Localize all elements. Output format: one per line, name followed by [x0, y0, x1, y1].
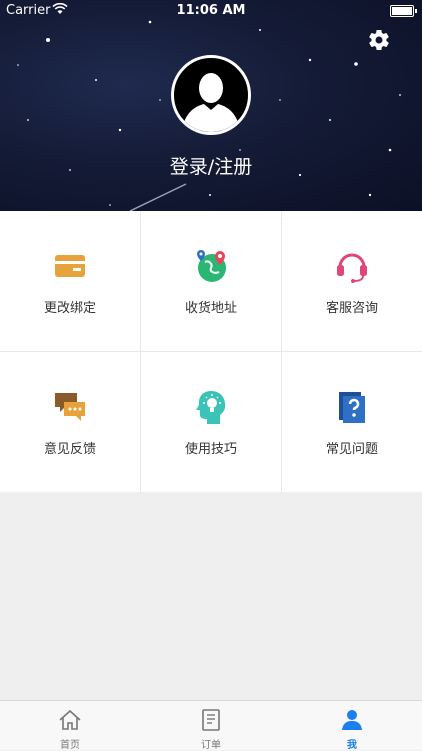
- battery-icon: [390, 5, 417, 17]
- tab-orders[interactable]: 订单: [141, 701, 281, 751]
- login-register-link[interactable]: 登录/注册: [0, 152, 422, 179]
- home-icon: [59, 709, 81, 730]
- faq-document-icon: [339, 392, 365, 423]
- user-silhouette-icon: [182, 73, 240, 132]
- tab-home[interactable]: 首页: [0, 701, 140, 751]
- card-icon: [55, 255, 85, 277]
- tab-label: 我: [347, 740, 357, 751]
- tab-label: 首页: [60, 740, 80, 751]
- feature-shipping-address[interactable]: 收货地址: [141, 211, 281, 351]
- feedback-chat-icon: [55, 393, 85, 421]
- order-list-icon: [202, 709, 220, 731]
- settings-gear-icon[interactable]: [367, 28, 391, 52]
- tab-me[interactable]: 我: [282, 701, 422, 751]
- feature-label: 使用技巧: [184, 442, 237, 457]
- user-icon: [342, 710, 362, 730]
- feature-feedback[interactable]: 意见反馈: [0, 352, 140, 492]
- feature-usage-tips[interactable]: 使用技巧: [141, 352, 281, 492]
- feature-faq[interactable]: 常见问题: [282, 352, 422, 492]
- feature-change-binding[interactable]: 更改绑定: [0, 211, 140, 351]
- feature-grid: 更改绑定 收货地址 客服咨询 意见反馈 使用技巧 常见问题: [0, 211, 422, 492]
- feature-label: 客服咨询: [325, 301, 378, 316]
- status-time: 11:06 AM: [176, 3, 246, 18]
- tab-label: 订单: [201, 740, 221, 751]
- avatar[interactable]: [171, 55, 251, 135]
- feature-customer-service[interactable]: 客服咨询: [282, 211, 422, 351]
- grid-divider: [0, 351, 422, 352]
- status-bar: Carrier 11:06 AM: [0, 0, 422, 22]
- feature-label: 收货地址: [184, 301, 237, 316]
- tab-bar: 首页 订单 我: [0, 700, 422, 751]
- map-location-icon: [197, 250, 226, 282]
- idea-head-icon: [196, 391, 226, 424]
- feature-label: 意见反馈: [43, 442, 96, 457]
- headset-icon: [337, 253, 367, 283]
- profile-header: Carrier 11:06 AM 登录/注册: [0, 0, 422, 211]
- feature-label: 常见问题: [325, 442, 378, 457]
- feature-label: 更改绑定: [43, 301, 96, 316]
